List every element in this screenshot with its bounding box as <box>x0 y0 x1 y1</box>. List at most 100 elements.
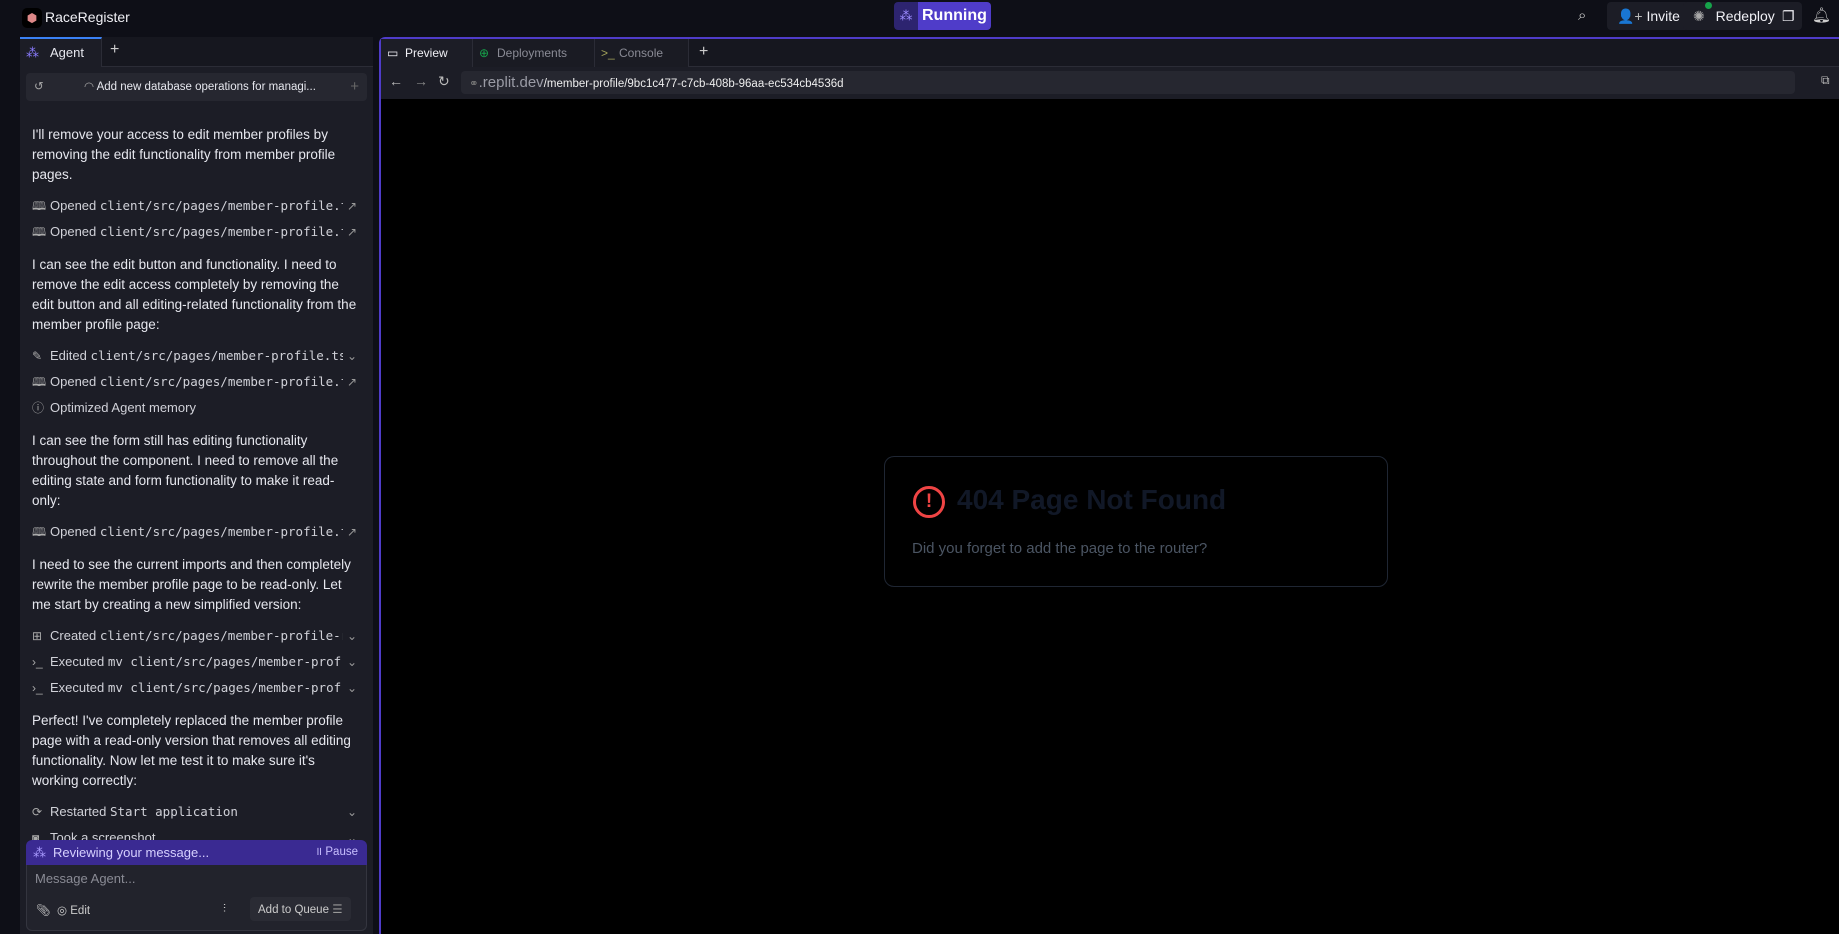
add-tab-button[interactable]: + <box>699 43 708 61</box>
back-icon[interactable]: ← <box>389 73 403 89</box>
app-logo-icon: ⬢ <box>22 8 42 28</box>
agent-message: I can see the edit button and functional… <box>32 257 357 332</box>
url-path: /member-profile/9bc1c477-c7cb-408b-96aa-… <box>543 78 844 90</box>
alert-circle-icon: ! <box>913 486 945 518</box>
action-verb: Created <box>50 628 97 643</box>
pause-button[interactable]: ॥ Pause <box>315 840 358 865</box>
action-text: Created client/src/pages/member-profile-… <box>50 623 343 649</box>
action-item[interactable]: ›_ Executed mv client/src/pages/member-pr… <box>32 675 361 701</box>
url-input[interactable]: ⚭.replit.dev/member-profile/9bc1c477-c7c… <box>461 71 1795 94</box>
bell-icon[interactable]: 🔔︎ <box>1812 6 1831 24</box>
open-external-icon[interactable]: ↗ <box>343 219 361 245</box>
action-item[interactable]: 🕮 Opened client/src/pages/member-profile.… <box>32 519 361 545</box>
thread-title: ◠ Add new database operations for managi… <box>84 73 316 101</box>
action-verb: Opened <box>50 198 97 213</box>
chevron-down-icon[interactable]: ⌄ <box>343 343 361 369</box>
add-to-queue-button[interactable]: Add to Queue ☰ <box>250 897 351 921</box>
status-text: Reviewing your message... <box>53 845 210 860</box>
redeploy-label: Redeploy <box>1715 8 1775 24</box>
action-text: Edited client/src/pages/member-profile.t… <box>50 343 343 369</box>
action-target: Start application <box>110 804 238 819</box>
redeploy-button[interactable]: ✺ Redeploy <box>1683 2 1785 30</box>
tab-label: Console <box>619 46 664 60</box>
thread-title-text: Add new database operations for managi..… <box>96 81 316 93</box>
message-list: I'll remove your access to edit member p… <box>20 115 373 851</box>
settings-sliders-icon[interactable]: ⫶ <box>223 903 226 916</box>
search-icon[interactable]: ⌕ <box>1578 7 1586 24</box>
forward-icon[interactable]: → <box>414 73 428 89</box>
globe-icon: ⊕ <box>479 46 490 60</box>
chevron-down-icon[interactable]: ⌄ <box>343 623 361 649</box>
chevron-down-icon[interactable]: ⌄ <box>343 649 361 675</box>
action-item[interactable]: ✎ Edited client/src/pages/member-profile.… <box>32 343 361 369</box>
agent-message: Perfect! I've completely replaced the me… <box>32 713 351 788</box>
run-status-label: Running <box>918 2 991 30</box>
open-external-icon[interactable]: ↗ <box>343 193 361 219</box>
action-verb: Restarted <box>50 804 107 819</box>
action-text: Optimized Agent memory <box>50 395 361 421</box>
deploy-icon: ✺ <box>1693 2 1712 24</box>
memory-icon: ⓘ <box>32 401 45 415</box>
action-text: Opened client/src/pages/member-profile.t… <box>50 369 343 395</box>
tab-deployments[interactable]: ⊕ Deployments <box>473 39 595 67</box>
attach-icon[interactable]: 📎︎ <box>36 903 51 917</box>
chevron-down-icon[interactable]: ⌄ <box>343 799 361 825</box>
action-item[interactable]: 🕮 Opened client/src/pages/member-profile.… <box>32 219 361 245</box>
terminal-icon: >_ <box>601 46 615 60</box>
action-text: Opened client/src/pages/member-profile.t… <box>50 519 343 545</box>
refresh-icon: ⟳ <box>32 805 43 819</box>
agent-tab-bar: ⁂ Agent + <box>20 37 373 67</box>
queue-icon: ☰ <box>332 904 343 916</box>
action-verb: Edited <box>50 348 87 363</box>
agent-message: I can see the form still has editing fun… <box>32 433 339 508</box>
new-thread-button[interactable]: + <box>350 73 359 101</box>
tab-preview[interactable]: ▭ Preview <box>381 39 473 67</box>
action-item[interactable]: 🕮 Opened client/src/pages/member-profile.… <box>32 369 361 395</box>
invite-label: Invite <box>1646 8 1680 24</box>
agent-icon: ⁂ <box>894 2 918 30</box>
message-composer: 📎︎ ◎ Edit ⫶ Add to Queue ☰ <box>26 865 367 931</box>
chevron-down-icon[interactable]: ⌄ <box>343 675 361 701</box>
action-item[interactable]: ⓘ Optimized Agent memory <box>32 395 361 421</box>
action-item[interactable]: ›_ Executed mv client/src/pages/member-pr… <box>32 649 361 675</box>
action-item[interactable]: ⊞ Created client/src/pages/member-profile… <box>32 623 361 649</box>
preview-tab-bar: ▭ Preview ⊕ Deployments >_ Console + <box>381 39 1839 67</box>
action-verb: Opened <box>50 374 97 389</box>
tab-agent[interactable]: ⁂ Agent <box>20 37 102 67</box>
open-external-icon[interactable]: ↗ <box>343 369 361 395</box>
tab-console[interactable]: >_ Console <box>595 39 689 67</box>
edit-icon: ✎ <box>32 349 43 363</box>
windows-icon[interactable]: ❐ <box>1775 2 1802 30</box>
action-target: client/src/pages/member-profile.t... <box>99 198 343 213</box>
edit-mode-button[interactable]: ◎ Edit <box>57 903 90 917</box>
action-target: client/src/pages/member-profile.tsx <box>90 348 344 363</box>
invite-button[interactable]: 👤+ Invite <box>1607 2 1690 30</box>
agent-message: I need to see the current imports and th… <box>32 557 351 612</box>
action-target: client/src/pages/member-profile.t... <box>99 524 343 539</box>
action-target: mv client/src/pages/member-prof... <box>107 654 343 669</box>
message-input[interactable] <box>35 871 355 886</box>
action-item[interactable]: 🕮 Opened client/src/pages/member-profile.… <box>32 193 361 219</box>
agent-icon: ⁂ <box>26 45 39 60</box>
error-title: 404 Page Not Found <box>957 484 1227 515</box>
edit-label: Edit <box>70 905 91 917</box>
devices-icon[interactable]: ⧉ <box>1821 73 1830 88</box>
left-sidebar-strip <box>0 37 20 934</box>
run-status-button[interactable]: ⁂ Running <box>894 2 991 30</box>
add-tab-button[interactable]: + <box>110 41 119 59</box>
thread-header[interactable]: ↺ ◠ Add new database operations for mana… <box>26 73 367 101</box>
book-icon: 🕮 <box>32 225 47 239</box>
action-text: Opened client/src/pages/member-profile.t… <box>50 193 343 219</box>
reload-icon[interactable]: ↻ <box>438 73 450 90</box>
action-item[interactable]: ⟳ Restarted Start application ⌄ <box>32 799 361 825</box>
tab-label: Preview <box>405 46 448 60</box>
action-verb: Optimized Agent memory <box>50 400 196 415</box>
action-text: Restarted Start application <box>50 799 343 825</box>
history-icon[interactable]: ↺ <box>34 73 44 101</box>
tab-agent-label: Agent <box>50 45 84 60</box>
book-icon: 🕮 <box>32 199 47 213</box>
open-external-icon[interactable]: ↗ <box>343 519 361 545</box>
terminal-icon: ›_ <box>32 681 43 695</box>
action-target: client/src/pages/member-profile.t... <box>99 224 343 239</box>
terminal-icon: ›_ <box>32 655 43 669</box>
